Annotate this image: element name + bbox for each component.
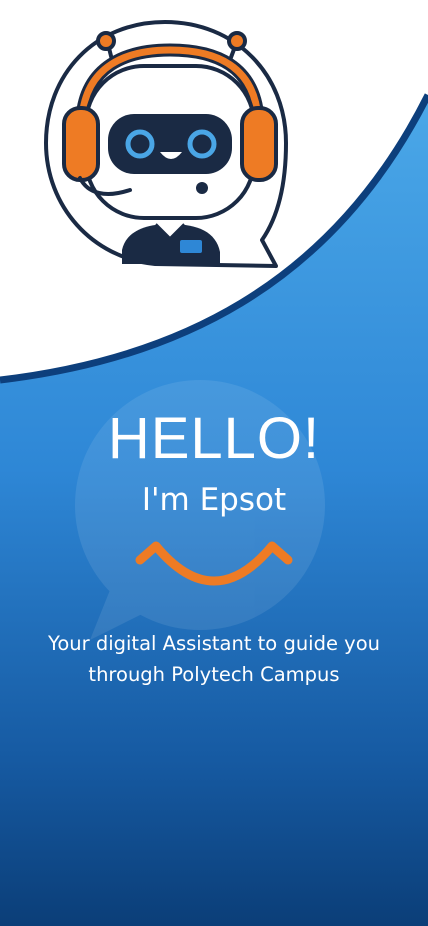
robot-headset-icon — [44, 20, 288, 268]
shirt-logo-icon — [180, 240, 202, 253]
tagline-line-1: Your digital Assistant to guide you — [48, 632, 380, 655]
splash-screen: HELLO! I'm Epsot Your digital Assistant … — [0, 0, 428, 926]
greeting-title: HELLO! — [107, 406, 321, 471]
smile-icon — [135, 541, 293, 586]
assistant-name: I'm Epsot — [141, 482, 287, 518]
tagline-line-2: through Polytech Campus — [88, 663, 340, 686]
tagline: Your digital Assistant to guide you thro… — [20, 628, 408, 690]
